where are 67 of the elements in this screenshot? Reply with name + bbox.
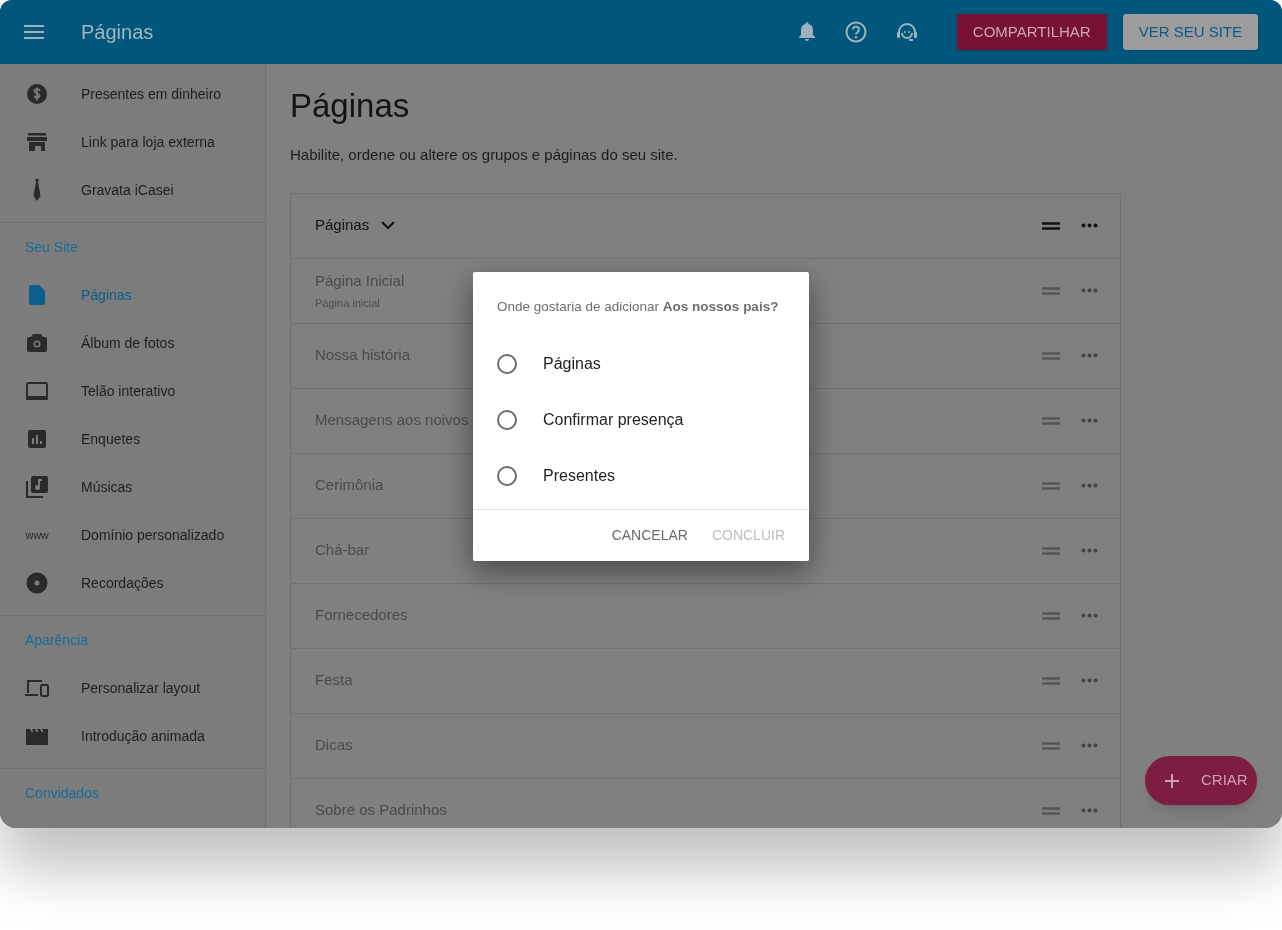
clapperboard-icon [26, 727, 48, 745]
sidebar-item[interactable]: Introdução animada [81, 725, 205, 747]
group-title: Páginas [315, 215, 370, 236]
section-label: Seu Site [24, 237, 79, 257]
create-button[interactable]: CRIAR [1145, 756, 1257, 805]
drag-handle-icon[interactable] [1042, 676, 1060, 685]
sidebar-item[interactable]: Link para loja externa [81, 131, 215, 153]
more-icon[interactable] [1081, 613, 1098, 618]
option-label[interactable]: Confirmar presença [543, 408, 684, 433]
tie-icon [33, 179, 41, 201]
devices-icon [25, 679, 49, 697]
more-icon[interactable] [1081, 223, 1098, 228]
menu-icon[interactable] [24, 25, 44, 39]
sidebar-item[interactable]: Enquetes [81, 428, 141, 450]
sidebar-item[interactable]: Álbum de fotos [81, 332, 175, 354]
more-icon[interactable] [1081, 353, 1098, 358]
section-label: Aparência [24, 630, 90, 650]
drag-handle-icon[interactable] [1042, 286, 1060, 295]
radio-button[interactable] [497, 354, 517, 375]
option-label[interactable]: Presentes [543, 464, 616, 489]
support-agent-icon[interactable] [895, 22, 918, 42]
more-icon[interactable] [1081, 483, 1098, 488]
more-icon[interactable] [1081, 288, 1098, 293]
radio-button[interactable] [497, 466, 517, 487]
sidebar-item[interactable]: Personalizar layout [81, 677, 201, 699]
help-icon[interactable] [844, 21, 867, 43]
chevron-icon[interactable] [381, 221, 396, 230]
camera-icon [27, 334, 47, 352]
dialog-prompt: Onde gostaria de adicionar Aos nossos pais? [496, 298, 780, 316]
radio-button[interactable] [497, 410, 517, 431]
drag-handle-icon[interactable] [1042, 351, 1060, 360]
plus-icon [1165, 773, 1179, 788]
sidebar-item[interactable]: Músicas [81, 476, 133, 498]
option-label[interactable]: Páginas [543, 352, 601, 377]
page-description: Habilite, ordene ou altere os grupos e páginas do seu site. [290, 145, 679, 165]
disc-icon [26, 572, 48, 594]
drag-handle-icon[interactable] [1042, 741, 1060, 750]
music-library-icon [26, 476, 48, 498]
sidebar-item[interactable]: Telão interativo [81, 380, 176, 402]
bell-icon[interactable] [797, 22, 816, 42]
sidebar-item[interactable]: Domínio personalizado [81, 524, 225, 546]
monitor-icon [26, 382, 48, 400]
page-title: Páginas [290, 86, 411, 126]
dialog-button[interactable]: CANCELAR [603, 517, 696, 554]
web-icon: www [25, 526, 49, 544]
more-icon[interactable] [1081, 678, 1098, 683]
more-icon[interactable] [1081, 808, 1098, 813]
dollar-icon [27, 84, 47, 104]
more-icon[interactable] [1081, 418, 1098, 423]
view-site-button[interactable]: VER SEU SITE [1122, 14, 1258, 50]
store-icon [27, 133, 47, 151]
section-label: Convidados [24, 783, 100, 803]
bar-chart-icon [28, 430, 46, 448]
sidebar-item[interactable]: Recordações [81, 572, 164, 594]
drag-handle-icon[interactable] [1042, 546, 1060, 555]
drag-handle-icon[interactable] [1042, 221, 1060, 230]
drag-handle-icon[interactable] [1042, 416, 1060, 425]
sidebar-item[interactable]: Gravata iCasei [81, 179, 174, 201]
file-icon [29, 285, 45, 305]
more-icon[interactable] [1081, 548, 1098, 553]
drag-handle-icon[interactable] [1042, 481, 1060, 490]
more-icon[interactable] [1081, 743, 1098, 748]
sidebar-item[interactable]: Presentes em dinheiro [81, 83, 222, 105]
drag-handle-icon[interactable] [1042, 806, 1060, 815]
share-button[interactable]: COMPARTILHAR [956, 14, 1107, 50]
drag-handle-icon[interactable] [1042, 611, 1060, 620]
app-title: Páginas [81, 20, 154, 45]
